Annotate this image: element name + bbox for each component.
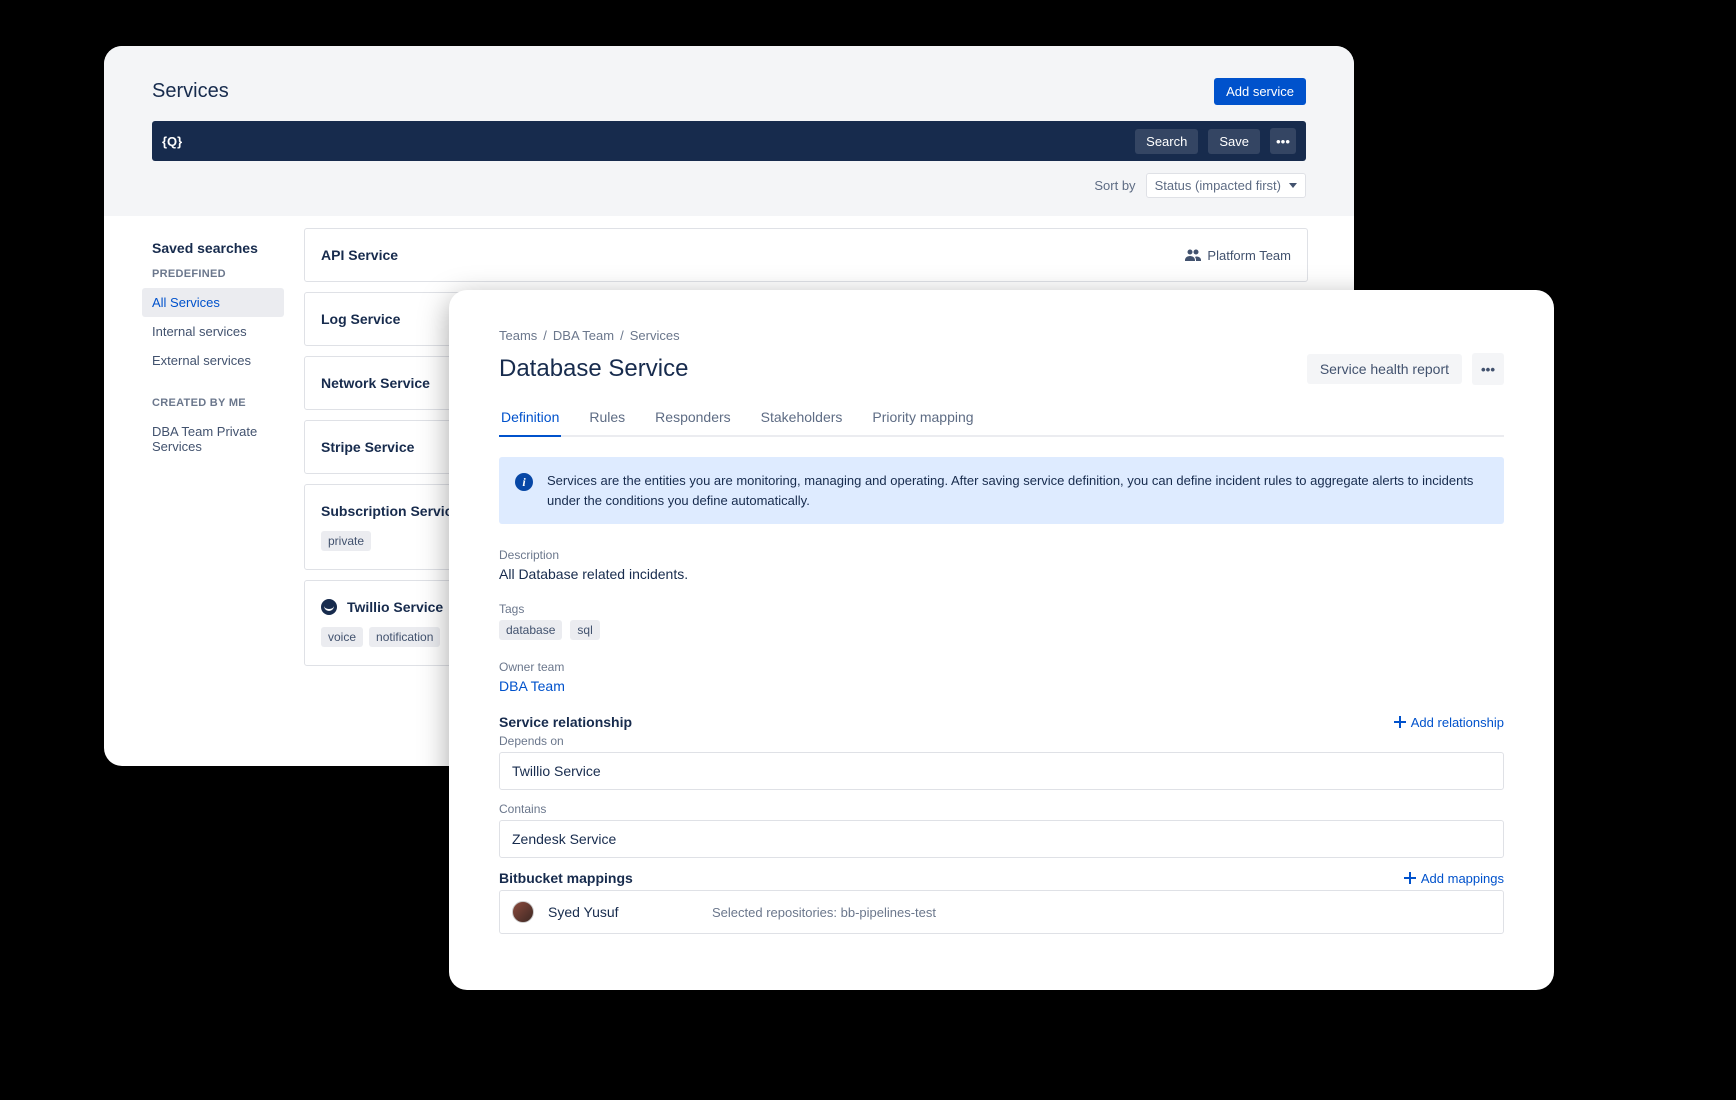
add-mappings-button[interactable]: Add mappings xyxy=(1404,871,1504,886)
tab-stakeholders[interactable]: Stakeholders xyxy=(759,401,845,435)
sort-select[interactable]: Status (impacted first) xyxy=(1146,173,1306,198)
service-detail-panel: Teams/ DBA Team/ Services Database Servi… xyxy=(449,290,1554,990)
tag: sql xyxy=(570,620,599,640)
query-icon: {Q} xyxy=(162,134,182,149)
service-name: Twillio Service xyxy=(347,599,443,615)
tabs: Definition Rules Responders Stakeholders… xyxy=(499,401,1504,437)
service-title: Database Service xyxy=(499,355,688,383)
info-icon: i xyxy=(515,473,533,491)
bb-user-name: Syed Yusuf xyxy=(548,904,698,920)
saved-searches-title: Saved searches xyxy=(152,240,284,256)
service-relationship-title: Service relationship xyxy=(499,714,632,730)
owner-team-pill[interactable]: Platform Team xyxy=(1185,247,1291,263)
add-service-button[interactable]: Add service xyxy=(1214,78,1306,105)
bitbucket-mappings-title: Bitbucket mappings xyxy=(499,870,633,886)
tab-priority-mapping[interactable]: Priority mapping xyxy=(870,401,975,435)
service-tag: notification xyxy=(369,627,440,647)
service-card[interactable]: API Service Platform Team xyxy=(304,228,1308,282)
breadcrumb: Teams/ DBA Team/ Services xyxy=(499,328,1504,343)
plus-icon xyxy=(1404,872,1416,884)
sidebar-item-internal[interactable]: Internal services xyxy=(142,317,284,346)
sidebar-group-createdbyme: CREATED BY ME xyxy=(152,397,284,409)
search-input[interactable] xyxy=(192,134,1125,149)
sort-label: Sort by xyxy=(1094,178,1135,193)
search-button[interactable]: Search xyxy=(1135,129,1198,154)
plus-icon xyxy=(1394,716,1406,728)
description-label: Description xyxy=(499,548,1504,562)
bb-repositories: Selected repositories: bb-pipelines-test xyxy=(712,905,936,920)
more-actions-button[interactable]: ••• xyxy=(1472,353,1504,385)
search-more-button[interactable]: ••• xyxy=(1270,128,1296,154)
save-search-button[interactable]: Save xyxy=(1208,129,1260,154)
breadcrumb-item[interactable]: Teams xyxy=(499,328,537,343)
chevron-down-icon xyxy=(1289,183,1297,188)
tab-definition[interactable]: Definition xyxy=(499,401,561,435)
depends-on-field[interactable]: Twillio Service xyxy=(499,752,1504,790)
twilio-icon xyxy=(321,599,337,615)
sidebar: Saved searches PREDEFINED All Services I… xyxy=(104,216,284,676)
bitbucket-mapping-row[interactable]: Syed Yusuf Selected repositories: bb-pip… xyxy=(499,890,1504,934)
service-tag: voice xyxy=(321,627,363,647)
sidebar-item-all-services[interactable]: All Services xyxy=(142,288,284,317)
tab-responders[interactable]: Responders xyxy=(653,401,733,435)
services-header: Services Add service {Q} Search Save •••… xyxy=(104,46,1354,216)
breadcrumb-item[interactable]: Services xyxy=(630,328,680,343)
sort-value: Status (impacted first) xyxy=(1155,178,1281,193)
user-avatar xyxy=(512,901,534,923)
description-value: All Database related incidents. xyxy=(499,566,1504,582)
sidebar-group-predefined: PREDEFINED xyxy=(152,268,284,280)
tags-row: database sql xyxy=(499,620,1504,640)
team-name: Platform Team xyxy=(1207,248,1291,263)
info-text: Services are the entities you are monito… xyxy=(547,471,1488,510)
tags-label: Tags xyxy=(499,602,1504,616)
search-bar: {Q} Search Save ••• xyxy=(152,121,1306,161)
health-report-button[interactable]: Service health report xyxy=(1307,354,1462,384)
owner-team-label: Owner team xyxy=(499,660,1504,674)
contains-field[interactable]: Zendesk Service xyxy=(499,820,1504,858)
sidebar-item-external[interactable]: External services xyxy=(142,346,284,375)
people-icon xyxy=(1185,247,1201,263)
depends-on-label: Depends on xyxy=(499,734,1504,748)
tab-rules[interactable]: Rules xyxy=(587,401,627,435)
service-tag: private xyxy=(321,531,371,551)
service-name: API Service xyxy=(321,247,398,263)
owner-team-link[interactable]: DBA Team xyxy=(499,678,1504,694)
page-title: Services xyxy=(152,80,229,103)
info-banner: i Services are the entities you are moni… xyxy=(499,457,1504,524)
contains-label: Contains xyxy=(499,802,1504,816)
add-relationship-button[interactable]: Add relationship xyxy=(1394,715,1504,730)
tag: database xyxy=(499,620,562,640)
sidebar-item-dba-private[interactable]: DBA Team Private Services xyxy=(142,417,284,461)
breadcrumb-item[interactable]: DBA Team xyxy=(553,328,614,343)
